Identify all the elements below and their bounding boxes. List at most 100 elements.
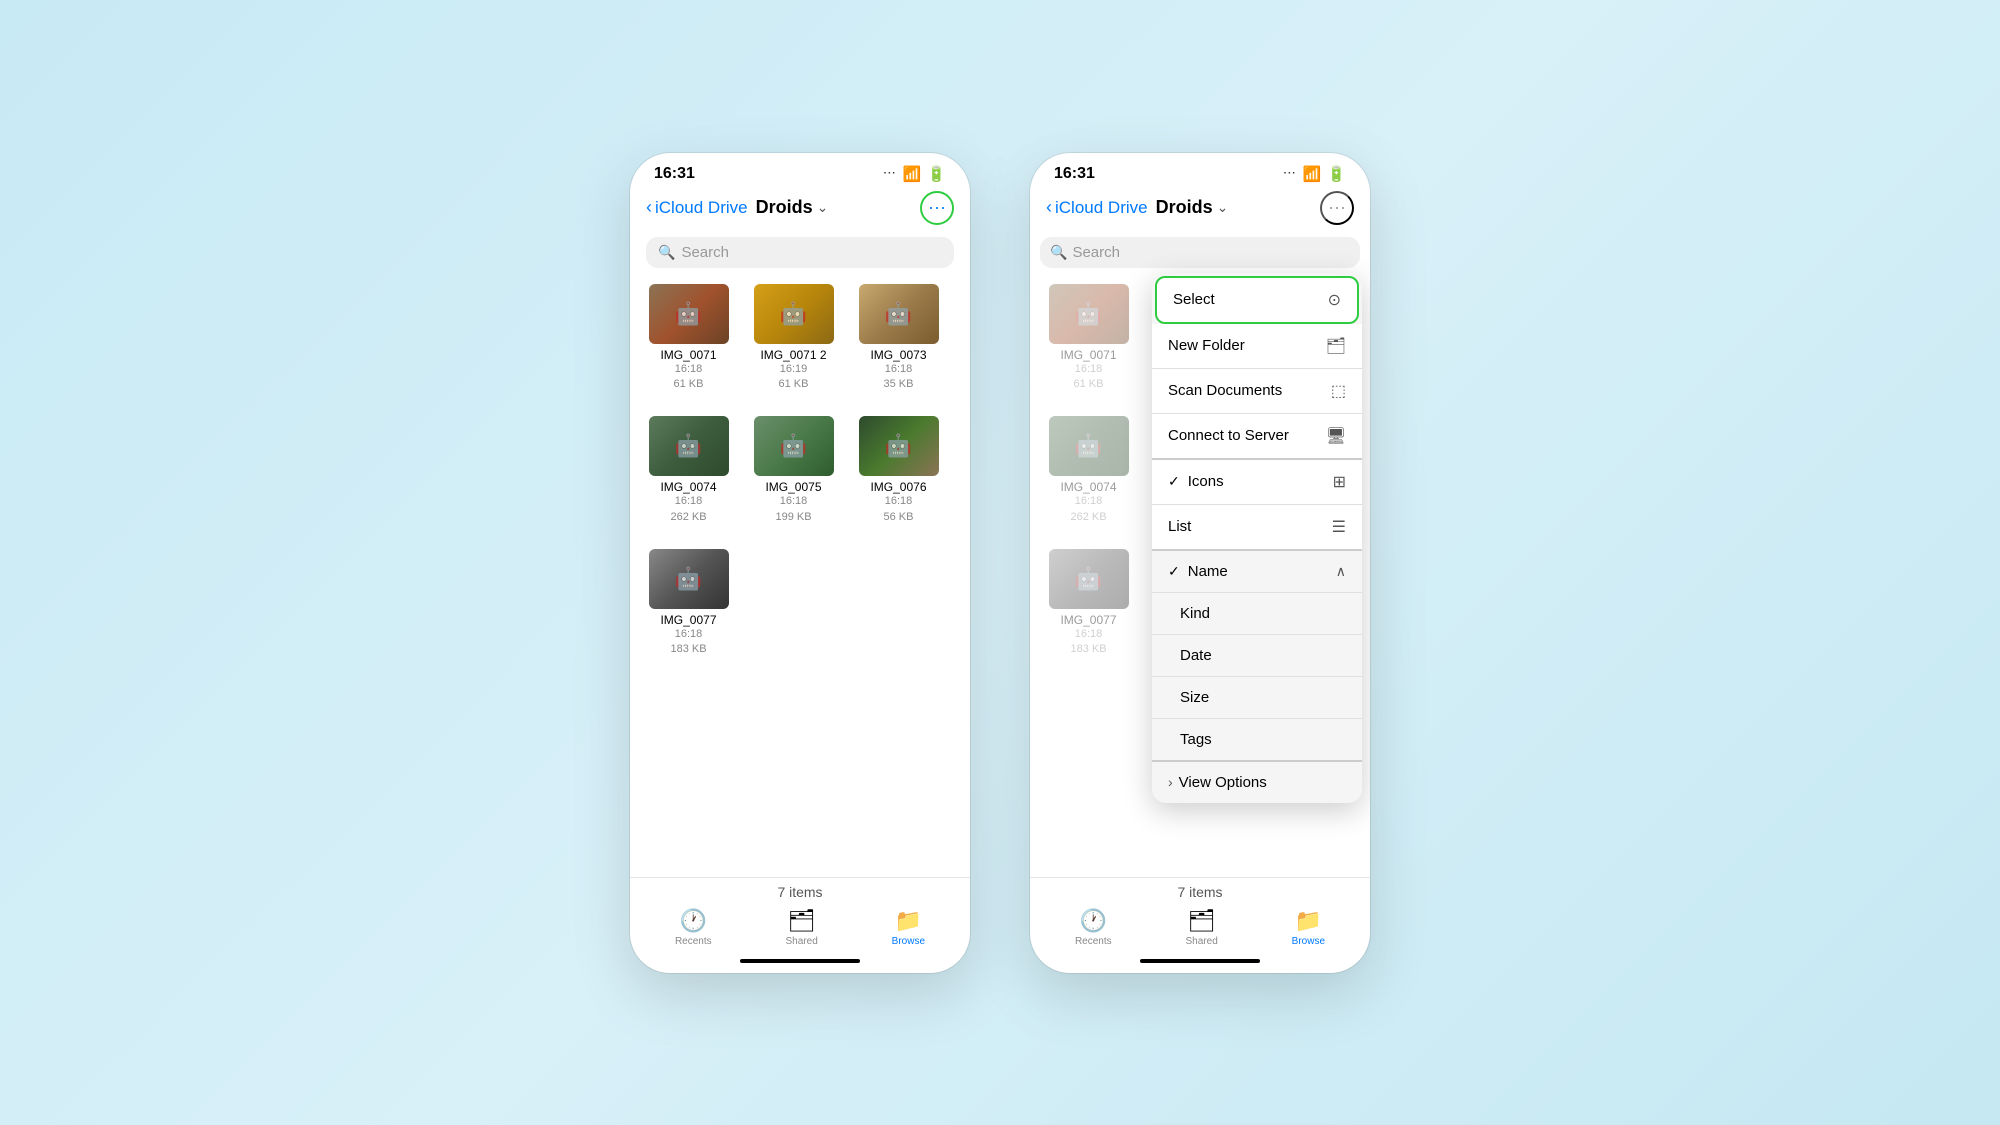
tab-browse-right[interactable]: 📁 Browse <box>1292 908 1325 947</box>
scan-icon: ⬚ <box>1331 381 1346 401</box>
shared-icon-right: 🗂 <box>1188 908 1216 934</box>
tab-recents-right[interactable]: 🕐 Recents <box>1075 908 1112 947</box>
dropdown-select-item[interactable]: Select ⊙ <box>1155 276 1359 324</box>
tab-browse-left[interactable]: 📁 Browse <box>892 908 925 947</box>
search-icon-left: 🔍 <box>658 244 675 261</box>
list-item[interactable]: 🤖 IMG_0071 16:1861 KB <box>646 284 731 393</box>
file-name-0073: IMG_0073 <box>870 348 926 362</box>
dropdown-menu: Select ⊙ New Folder 🗂 Scan Documents ⬚ C… <box>1152 273 1362 803</box>
list-item[interactable]: 🤖 IMG_0074 16:18262 KB <box>646 416 731 525</box>
title-chevron-left: ⌄ <box>817 199 829 216</box>
new-folder-icon: 🗂 <box>1326 336 1346 356</box>
nav-title-text-left: Droids <box>756 197 813 218</box>
shared-icon-left: 🗂 <box>788 908 816 934</box>
search-bar-left[interactable]: 🔍 Search <box>646 237 954 268</box>
connect-to-server-label: Connect to Server <box>1168 427 1289 444</box>
battery-icon-right: 🔋 <box>1327 165 1346 183</box>
items-count-left: 7 items <box>630 884 970 900</box>
file-name-0077: IMG_0077 <box>660 613 716 627</box>
browse-icon-right: 📁 <box>1295 908 1322 934</box>
nav-bar-right: ‹ iCloud Drive Droids ⌄ ··· <box>1030 187 1370 233</box>
search-icon-right: 🔍 <box>1050 244 1067 261</box>
file-thumb-00712: 🤖 <box>754 284 834 344</box>
file-name-00712: IMG_0071 2 <box>760 348 826 362</box>
tab-shared-left[interactable]: 🗂 Shared <box>786 908 818 947</box>
dropdown-new-folder-item[interactable]: New Folder 🗂 <box>1152 324 1362 369</box>
back-chevron-right: ‹ <box>1046 197 1052 218</box>
dropdown-kind-item[interactable]: Kind <box>1152 593 1362 635</box>
file-thumb-r074: 🤖 <box>1049 416 1129 476</box>
list-item: 🤖 IMG_0077 16:18183 KB <box>1046 549 1131 658</box>
file-row-1: 🤖 IMG_0071 16:1861 KB 🤖 IMG_0071 2 16:19… <box>646 284 954 393</box>
nav-title-area-left: Droids ⌄ <box>756 197 912 218</box>
file-name-0076: IMG_0076 <box>870 480 926 494</box>
recents-icon-left: 🕐 <box>680 908 707 934</box>
new-folder-label: New Folder <box>1168 337 1245 354</box>
file-thumb-0074: 🤖 <box>649 416 729 476</box>
dropdown-tags-item[interactable]: Tags <box>1152 719 1362 762</box>
dropdown-view-options-item[interactable]: › View Options <box>1152 762 1362 803</box>
wifi-icon-left: 📶 <box>903 165 922 183</box>
nav-back-label-right: iCloud Drive <box>1055 198 1148 218</box>
signal-dots-left: ··· <box>884 168 897 179</box>
recents-icon-right: 🕐 <box>1080 908 1107 934</box>
dropdown-connect-item[interactable]: Connect to Server 🖥 <box>1152 414 1362 460</box>
status-icons-left: ··· 📶 🔋 <box>884 165 946 183</box>
list-item[interactable]: 🤖 IMG_0071 2 16:1961 KB <box>751 284 836 393</box>
home-indicator-left <box>740 959 860 963</box>
file-row-2: 🤖 IMG_0074 16:18262 KB 🤖 IMG_0075 16:181… <box>646 416 954 525</box>
right-phone: 16:31 ··· 📶 🔋 ‹ iCloud Drive Droids ⌄ ··… <box>1030 153 1370 973</box>
wifi-icon-right: 📶 <box>1303 165 1322 183</box>
back-chevron-left: ‹ <box>646 197 652 218</box>
server-icon: 🖥 <box>1326 426 1346 446</box>
file-name-0071: IMG_0071 <box>660 348 716 362</box>
file-thumb-r071: 🤖 <box>1049 284 1129 344</box>
dropdown-date-item[interactable]: Date <box>1152 635 1362 677</box>
home-indicator-right <box>1140 959 1260 963</box>
file-thumb-0073: 🤖 <box>859 284 939 344</box>
file-grid-left: 🤖 IMG_0071 16:1861 KB 🤖 IMG_0071 2 16:19… <box>630 276 970 877</box>
file-row-3: 🤖 IMG_0077 16:18183 KB <box>646 549 954 658</box>
list-item[interactable]: 🤖 IMG_0073 16:1835 KB <box>856 284 941 393</box>
tab-shared-right[interactable]: 🗂 Shared <box>1186 908 1218 947</box>
dropdown-list-item[interactable]: List ☰ <box>1152 505 1362 551</box>
list-item[interactable]: 🤖 IMG_0077 16:18183 KB <box>646 549 731 658</box>
file-thumb-r077: 🤖 <box>1049 549 1129 609</box>
nav-back-right[interactable]: ‹ iCloud Drive <box>1046 197 1148 218</box>
view-options-label: View Options <box>1179 774 1267 791</box>
browse-icon-left: 📁 <box>895 908 922 934</box>
file-thumb-0077: 🤖 <box>649 549 729 609</box>
file-name-0074: IMG_0074 <box>660 480 716 494</box>
recents-label-left: Recents <box>675 936 712 947</box>
scan-documents-label: Scan Documents <box>1168 382 1282 399</box>
dropdown-icons-item[interactable]: ✓ Icons ⊞ <box>1152 460 1362 505</box>
bottom-bar-right: 7 items 🕐 Recents 🗂 Shared 📁 Browse <box>1030 877 1370 973</box>
status-icons-right: ··· 📶 🔋 <box>1284 165 1346 183</box>
icons-view-icon: ⊞ <box>1333 472 1346 492</box>
list-label: List <box>1168 518 1191 535</box>
nav-back-label-left: iCloud Drive <box>655 198 748 218</box>
tab-recents-left[interactable]: 🕐 Recents <box>675 908 712 947</box>
size-label: Size <box>1180 689 1209 706</box>
title-chevron-right: ⌄ <box>1217 199 1229 216</box>
recents-label-right: Recents <box>1075 936 1112 947</box>
nav-title-text-right: Droids <box>1156 197 1213 218</box>
list-item: 🤖 IMG_0074 16:18262 KB <box>1046 416 1131 525</box>
dropdown-name-item[interactable]: ✓ Name ∧ <box>1152 551 1362 593</box>
file-thumb-0075: 🤖 <box>754 416 834 476</box>
tags-label: Tags <box>1180 731 1212 748</box>
list-item[interactable]: 🤖 IMG_0076 16:1856 KB <box>856 416 941 525</box>
icons-label: Icons <box>1188 473 1224 490</box>
file-name-0075: IMG_0075 <box>765 480 821 494</box>
name-sort-label: Name <box>1188 563 1228 580</box>
more-button-left[interactable]: ··· <box>920 191 954 225</box>
nav-back-left[interactable]: ‹ iCloud Drive <box>646 197 748 218</box>
shared-label-left: Shared <box>786 936 818 947</box>
dropdown-scan-item[interactable]: Scan Documents ⬚ <box>1152 369 1362 414</box>
shared-label-right: Shared <box>1186 936 1218 947</box>
list-item[interactable]: 🤖 IMG_0075 16:18199 KB <box>751 416 836 525</box>
search-bar-right[interactable]: 🔍 Search <box>1040 237 1360 268</box>
more-button-right[interactable]: ··· <box>1320 191 1354 225</box>
dropdown-size-item[interactable]: Size <box>1152 677 1362 719</box>
nav-bar-left: ‹ iCloud Drive Droids ⌄ ··· <box>630 187 970 233</box>
